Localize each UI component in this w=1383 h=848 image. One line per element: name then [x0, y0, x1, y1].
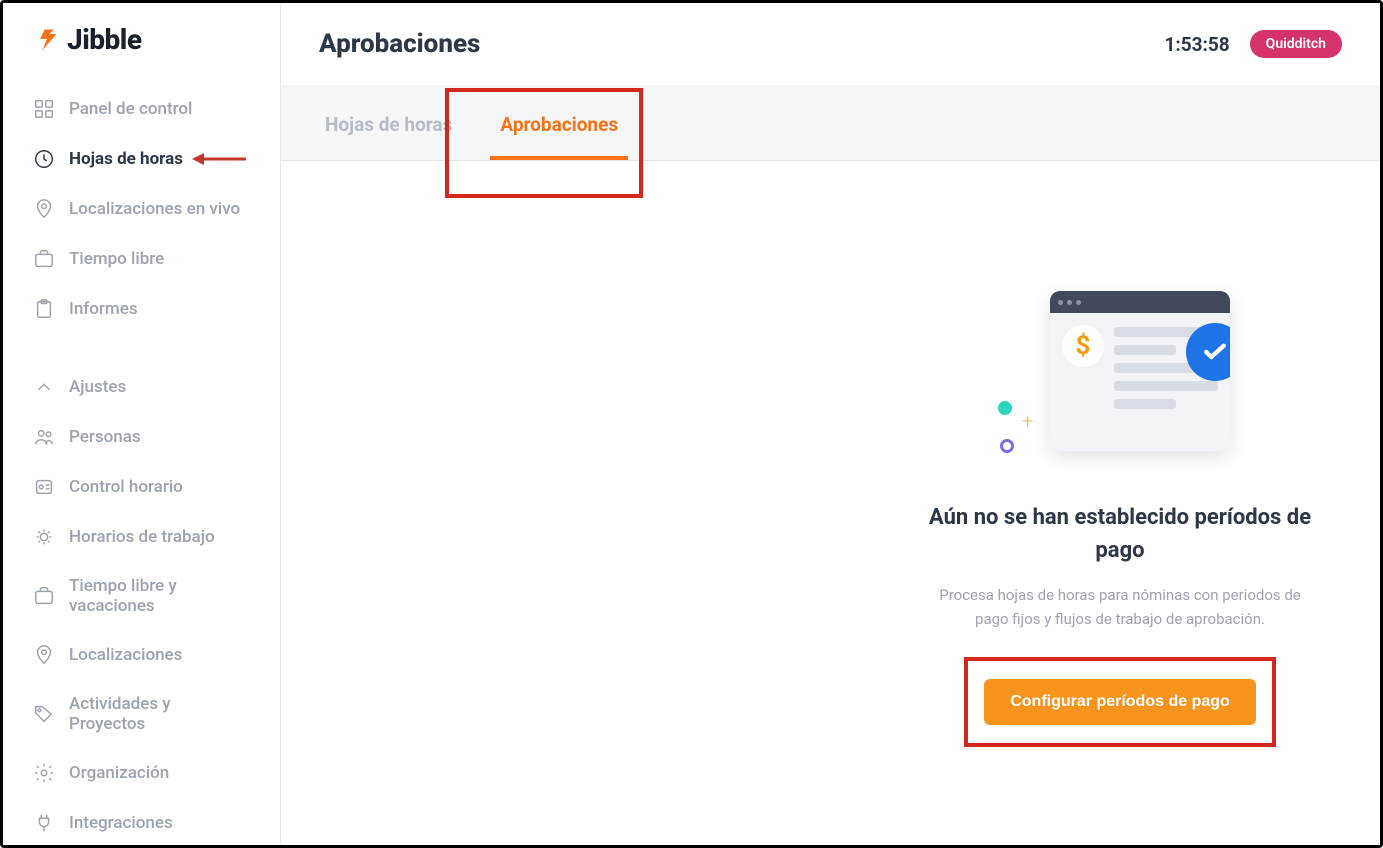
logo-text: Jibble [67, 23, 142, 56]
empty-state-title: Aún no se han establecido períodos de pa… [920, 501, 1320, 567]
sidebar-item-label: Control horario [69, 477, 183, 497]
sidebar-item-tiempo-libre-vacaciones[interactable]: Tiempo libre y vacaciones [15, 562, 268, 630]
logo[interactable]: Jibble [3, 23, 280, 84]
sidebar-item-label: Localizaciones [69, 645, 182, 665]
pin-icon [33, 198, 55, 220]
sidebar-item-label: Organización [69, 763, 169, 783]
clipboard-icon [33, 298, 55, 320]
sidebar-item-horarios-de-trabajo[interactable]: Horarios de trabajo [15, 512, 268, 562]
sidebar-item-label: Actividades y Proyectos [69, 694, 250, 734]
sidebar-item-label: Informes [69, 299, 138, 319]
page-title: Aprobaciones [319, 29, 480, 59]
sidebar-item-informes[interactable]: Informes [15, 284, 268, 334]
header: Aprobaciones 1:53:58 Quidditch [281, 3, 1380, 85]
people-icon [33, 426, 55, 448]
logo-icon [33, 26, 61, 54]
sidebar-item-control-horario[interactable]: Control horario [15, 462, 268, 512]
timer-value: 1:53:58 [1164, 33, 1229, 56]
sidebar-item-label: Horarios de trabajo [69, 527, 215, 547]
empty-state-illustration: $ [990, 291, 1250, 471]
sidebar-item-organizacion[interactable]: Organización [15, 748, 268, 798]
sidebar-item-ajustes[interactable]: Ajustes [15, 362, 268, 412]
sidebar-item-tiempo-libre[interactable]: Tiempo libre [15, 234, 268, 284]
nav-main: Panel de control Hojas de horas Localiza… [3, 84, 280, 334]
tab-hojas-de-horas[interactable]: Hojas de horas [301, 85, 476, 160]
briefcase-icon [33, 248, 55, 270]
pin-icon [33, 644, 55, 666]
schedule-icon [33, 526, 55, 548]
sidebar: Jibble Panel de control Hojas de horas L… [3, 3, 281, 845]
nav-settings: Ajustes Personas Control horario Horario… [3, 362, 280, 848]
sidebar-item-label: Tiempo libre y vacaciones [69, 576, 250, 616]
sidebar-item-label: Tiempo libre [69, 249, 164, 269]
briefcase-icon [33, 585, 55, 607]
sidebar-item-hojas-de-horas[interactable]: Hojas de horas [15, 134, 268, 184]
sidebar-item-label: Personas [69, 427, 141, 447]
content-area: $ [281, 161, 1380, 845]
sidebar-item-panel-de-control[interactable]: Panel de control [15, 84, 268, 134]
sidebar-item-label: Panel de control [69, 99, 192, 119]
empty-state: $ [920, 291, 1320, 747]
sidebar-item-label: Localizaciones en vivo [69, 199, 240, 219]
sidebar-item-personas[interactable]: Personas [15, 412, 268, 462]
tag-icon [33, 703, 55, 725]
sidebar-item-label: Integraciones [69, 813, 173, 833]
configure-pay-periods-button[interactable]: Configurar períodos de pago [984, 679, 1256, 725]
sidebar-item-actividades-proyectos[interactable]: Actividades y Proyectos [15, 680, 268, 748]
chevron-up-icon [33, 376, 55, 398]
dashboard-icon [33, 98, 55, 120]
arrow-annotation-icon [190, 150, 248, 168]
badge-icon [33, 476, 55, 498]
dollar-icon: $ [1062, 325, 1104, 367]
tab-aprobaciones[interactable]: Aprobaciones [476, 85, 642, 160]
tabs: Hojas de horas Aprobaciones [281, 85, 1380, 161]
empty-state-description: Procesa hojas de horas para nóminas con … [920, 583, 1320, 631]
sidebar-item-label: Hojas de horas [69, 149, 183, 169]
plug-icon [33, 812, 55, 834]
sidebar-item-localizaciones-en-vivo[interactable]: Localizaciones en vivo [15, 184, 268, 234]
workspace-badge[interactable]: Quidditch [1250, 30, 1342, 58]
clock-icon [33, 148, 55, 170]
main-content: Aprobaciones 1:53:58 Quidditch Hojas de … [281, 3, 1380, 845]
sidebar-item-integraciones[interactable]: Integraciones [15, 798, 268, 848]
sidebar-item-localizaciones[interactable]: Localizaciones [15, 630, 268, 680]
sidebar-item-label: Ajustes [69, 377, 126, 397]
gear-icon [33, 762, 55, 784]
